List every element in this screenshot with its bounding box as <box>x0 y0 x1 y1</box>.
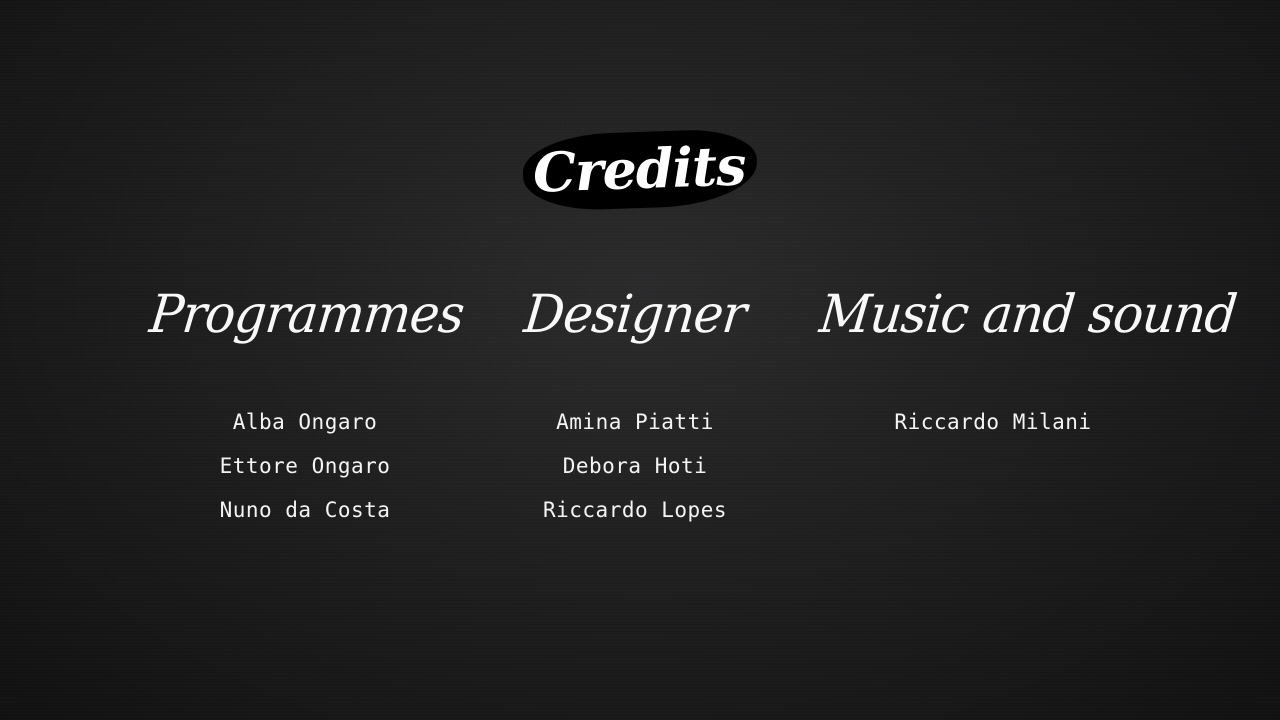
credit-name: Ettore Ongaro <box>219 454 391 478</box>
credits-title: Credits <box>521 127 759 213</box>
section-programmers: Programmes Alba Ongaro Ettore Ongaro Nun… <box>147 278 467 532</box>
credit-name: Nuno da Costa <box>219 498 391 522</box>
programmers-name-list: Alba Ongaro Ettore Ongaro Nuno da Costa <box>150 400 460 532</box>
credit-name: Amina Piatti <box>556 410 714 434</box>
credit-name: Debora Hoti <box>562 454 708 478</box>
credits-columns: Programmes Alba Ongaro Ettore Ongaro Nun… <box>0 278 1280 578</box>
section-heading-music-and-sound: Music and sound <box>816 283 1240 345</box>
section-designer: Designer Amina Piatti Debora Hoti Riccar… <box>480 278 790 532</box>
credit-name: Alba Ongaro <box>232 410 378 434</box>
music-name-list: Riccardo Milani <box>820 400 1166 444</box>
section-heading-programmers: Programmes <box>146 283 467 345</box>
section-heading-designer: Designer <box>521 283 749 345</box>
credit-name: Riccardo Lopes <box>542 498 727 522</box>
credits-title-area: Credits <box>0 127 1280 213</box>
credit-name: Riccardo Milani <box>894 410 1092 434</box>
section-music-and-sound: Music and sound Riccardo Milani <box>817 278 1239 444</box>
designer-name-list: Amina Piatti Debora Hoti Riccardo Lopes <box>480 400 790 532</box>
